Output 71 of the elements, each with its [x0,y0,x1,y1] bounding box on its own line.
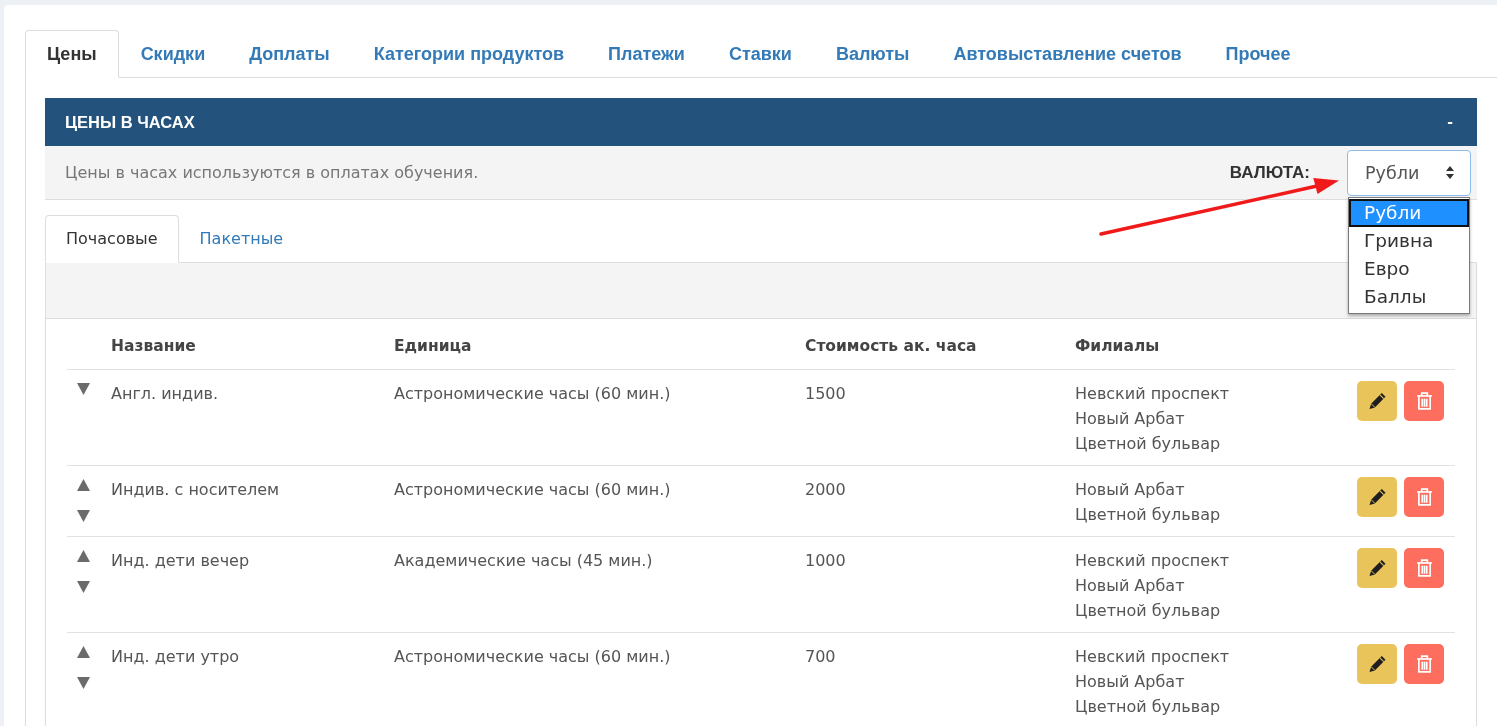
delete-button[interactable] [1404,477,1444,517]
main-tab[interactable]: Валюты [813,30,932,78]
main-tab[interactable]: Прочее [1203,30,1313,78]
edit-button[interactable] [1357,381,1397,421]
branch-name: Новый Арбат [1075,575,1185,597]
up-down-caret-icon [1446,166,1454,179]
sub-tab[interactable]: Пакетные [178,215,305,263]
branch-name: Новый Арбат [1075,479,1185,501]
triangle-up-icon[interactable] [77,479,90,491]
main-tab[interactable]: Доплаты [227,30,352,78]
table-cell: 2000 [805,480,846,499]
pencil-icon [1368,488,1386,506]
branch-name: Цветной бульвар [1075,504,1221,526]
delete-button[interactable] [1404,548,1444,588]
pencil-icon [1368,392,1386,410]
branch-name: Невский проспект [1075,383,1230,405]
table-cell: Астрономические часы (60 мин.) [394,480,671,499]
table-cell: Академические часы (45 мин.) [394,551,653,570]
main-tab[interactable]: Категории продуктов [351,30,587,78]
triangle-down-icon[interactable] [77,383,90,395]
branch-name: Новый Арбат [1075,408,1185,430]
column-header: Стоимость ак. часа [805,335,978,355]
table-cell: Астрономические часы (60 мин.) [394,384,671,403]
triangle-up-icon[interactable] [77,550,90,562]
branch-name: Цветной бульвар [1075,600,1221,622]
edit-button[interactable] [1357,548,1397,588]
panel-title: ЦЕНЫ В ЧАСАХ [65,112,195,132]
trash-icon [1415,559,1433,577]
column-header: Название [111,335,197,355]
branch-name: Новый Арбат [1075,671,1185,693]
table-cell: Англ. индив. [111,384,219,403]
currency-option[interactable]: Баллы [1349,282,1469,311]
table-cell: 1500 [805,384,846,403]
delete-button[interactable] [1404,644,1444,684]
table-cell: Инд. дети утро [111,647,240,666]
branch-name: Невский проспект [1075,646,1230,668]
trash-icon [1415,488,1433,506]
table-cell: Инд. дети вечер [111,551,250,570]
trash-icon [1415,655,1433,673]
delete-button[interactable] [1404,381,1444,421]
triangle-up-icon[interactable] [77,646,90,658]
table-cell: Астрономические часы (60 мин.) [394,647,671,666]
currency-option[interactable]: Евро [1349,254,1469,283]
triangle-down-icon[interactable] [77,581,90,593]
triangle-down-icon[interactable] [77,677,90,689]
panel-description: Цены в часах используются в оплатах обучения. [65,163,480,182]
main-tab[interactable]: Автовыставление счетов [931,30,1204,78]
currency-label: ВАЛЮТА: [1229,162,1310,183]
branch-name: Цветной бульвар [1075,433,1221,455]
table-cell: 700 [805,647,836,666]
edit-button[interactable] [1357,644,1397,684]
collapse-button[interactable]: - [1443,112,1457,132]
column-header: Единица [394,335,473,355]
main-tab[interactable]: Скидки [118,30,228,78]
branch-name: Невский проспект [1075,550,1230,572]
branch-name: Цветной бульвар [1075,696,1221,718]
triangle-down-icon[interactable] [77,510,90,522]
main-tab[interactable]: Цены [25,30,119,78]
pencil-icon [1368,655,1386,673]
sub-tab[interactable]: Почасовые [45,215,179,263]
main-tab[interactable]: Ставки [706,30,814,78]
table-cell: 1000 [805,551,846,570]
currency-select[interactable]: Рубли [1347,149,1471,196]
main-tab[interactable]: Платежи [586,30,707,78]
edit-button[interactable] [1357,477,1397,517]
pencil-icon [1368,559,1386,577]
table-cell: Индив. с носителем [111,480,280,499]
currency-option[interactable]: Гривна [1349,226,1469,255]
trash-icon [1415,392,1433,410]
column-header: Филиалы [1075,335,1161,355]
currency-option[interactable]: Рубли [1349,198,1469,227]
